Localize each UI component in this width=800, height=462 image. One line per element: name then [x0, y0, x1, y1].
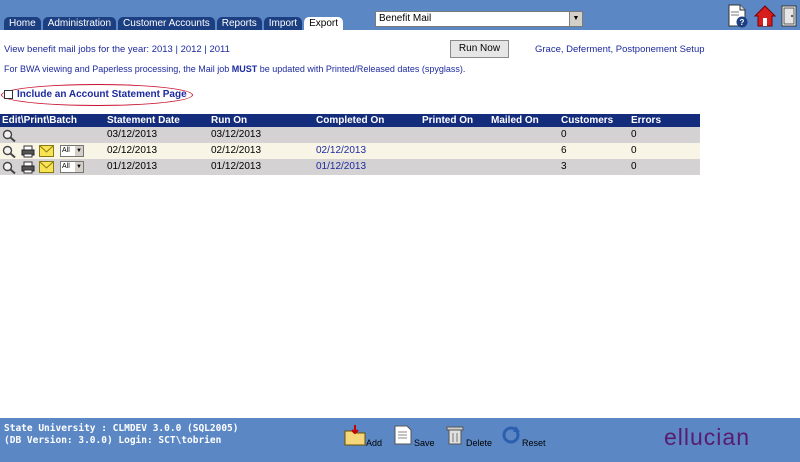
svg-text:?: ? — [740, 18, 745, 27]
year-filter-line: View benefit mail jobs for the year: 201… — [4, 44, 230, 55]
include-statement-row: Include an Account Statement Page — [4, 89, 187, 100]
col-edit-print-batch: Edit\Print\Batch — [2, 115, 78, 126]
top-bar: Home Administration Customer Accounts Re… — [0, 0, 800, 30]
save-icon — [394, 425, 412, 445]
trash-icon — [446, 426, 464, 445]
customers-count: 3 — [561, 161, 567, 172]
col-completed-on: Completed On — [316, 115, 385, 126]
year-link-2012[interactable]: 2012 — [181, 44, 202, 55]
delete-label: Delete — [466, 438, 493, 448]
completed-on-link[interactable]: 01/12/2013 — [316, 159, 366, 175]
magnifier-icon[interactable] — [2, 145, 16, 158]
add-label: Add — [366, 438, 383, 448]
run-on-date: 01/12/2013 — [211, 161, 262, 172]
chevron-down-icon: ▼ — [75, 146, 83, 156]
col-mailed-on: Mailed On — [491, 115, 539, 126]
add-button[interactable]: Add — [344, 424, 389, 454]
tab-home[interactable]: Home — [4, 17, 41, 30]
chevron-down-icon[interactable]: ▼ — [569, 12, 582, 26]
logout-icon[interactable] — [779, 4, 800, 28]
year-link-2013[interactable]: 2013 — [152, 44, 173, 55]
col-customers: Customers — [561, 115, 614, 126]
table-row: All ▼ 01/12/2013 01/12/2013 01/12/2013 3… — [0, 159, 700, 175]
customers-count: 0 — [561, 129, 567, 140]
run-on-date: 02/12/2013 — [211, 145, 262, 156]
ellucian-logo: ellucian — [664, 424, 750, 450]
batch-select[interactable]: All ▼ — [60, 145, 84, 157]
statement-date: 03/12/2013 — [107, 129, 158, 140]
col-run-on: Run On — [211, 115, 248, 126]
mail-jobs-table: Edit\Print\Batch Statement Date Run On C… — [0, 114, 700, 175]
reset-icon — [502, 426, 520, 444]
run-on-date: 03/12/2013 — [211, 129, 262, 140]
tab-customer-accounts[interactable]: Customer Accounts — [118, 17, 215, 30]
save-button[interactable]: Save — [392, 424, 437, 454]
tab-strip: Home Administration Customer Accounts Re… — [4, 17, 345, 30]
statement-date: 02/12/2013 — [107, 145, 158, 156]
status-line-1: State University : CLMDEV 3.0.0 (SQL2005… — [4, 423, 239, 434]
chevron-down-icon: ▼ — [75, 162, 83, 172]
tab-administration[interactable]: Administration — [42, 17, 117, 30]
col-errors: Errors — [631, 115, 662, 126]
col-statement-date: Statement Date — [107, 115, 180, 126]
bwa-notice-tail: be updated with Printed/Released dates (… — [257, 64, 466, 74]
errors-count: 0 — [631, 161, 637, 172]
bwa-notice-must: MUST — [231, 64, 258, 74]
bottom-bar: State University : CLMDEV 3.0.0 (SQL2005… — [0, 418, 800, 462]
errors-count: 0 — [631, 129, 637, 140]
table-header: Edit\Print\Batch Statement Date Run On C… — [0, 114, 700, 127]
home-icon[interactable] — [754, 4, 776, 28]
delete-button[interactable]: Delete — [444, 424, 494, 454]
bwa-notice-text: For BWA viewing and Paperless processing… — [4, 64, 232, 74]
errors-count: 0 — [631, 145, 637, 156]
printer-icon[interactable] — [21, 145, 35, 158]
add-folder-icon — [344, 425, 366, 446]
batch-select-value: All — [62, 163, 70, 170]
batch-select-value: All — [62, 147, 70, 154]
status-info: State University : CLMDEV 3.0.0 (SQL2005… — [4, 423, 239, 447]
include-statement-label: Include an Account Statement Page — [17, 89, 187, 100]
run-now-button[interactable]: Run Now — [450, 40, 509, 58]
tab-export[interactable]: Export — [304, 17, 344, 30]
job-type-select[interactable]: Benefit Mail ▼ — [375, 11, 583, 27]
reset-button[interactable]: Reset — [500, 424, 550, 454]
table-row: 03/12/2013 03/12/2013 0 0 — [0, 127, 700, 143]
col-printed-on: Printed On — [422, 115, 474, 126]
customers-count: 6 — [561, 145, 567, 156]
statement-date: 01/12/2013 — [107, 161, 158, 172]
tab-import[interactable]: Import — [263, 17, 303, 30]
envelope-icon[interactable] — [39, 161, 54, 173]
magnifier-icon[interactable] — [2, 161, 16, 174]
printer-icon[interactable] — [21, 161, 35, 174]
year-filter-label: View benefit mail jobs for the year: — [4, 44, 150, 55]
completed-on-link[interactable]: 02/12/2013 — [316, 143, 366, 159]
table-row: All ▼ 02/12/2013 02/12/2013 02/12/2013 6… — [0, 143, 700, 159]
include-statement-checkbox[interactable] — [4, 90, 13, 99]
year-link-2011[interactable]: 2011 — [209, 44, 229, 55]
save-label: Save — [414, 438, 435, 448]
magnifier-icon[interactable] — [2, 129, 16, 142]
tab-reports[interactable]: Reports — [216, 17, 262, 30]
envelope-icon[interactable] — [39, 145, 54, 157]
job-type-value: Benefit Mail — [379, 13, 432, 24]
batch-select[interactable]: All ▼ — [60, 161, 84, 173]
bwa-notice: For BWA viewing and Paperless processing… — [4, 64, 465, 74]
reset-label: Reset — [522, 438, 546, 448]
grace-deferment-setup-link[interactable]: Grace, Deferment, Postponement Setup — [535, 44, 705, 55]
help-doc-icon[interactable]: ? — [727, 4, 749, 28]
status-line-2: (DB Version: 3.0.0) Login: SCT\tobrien — [4, 435, 222, 446]
